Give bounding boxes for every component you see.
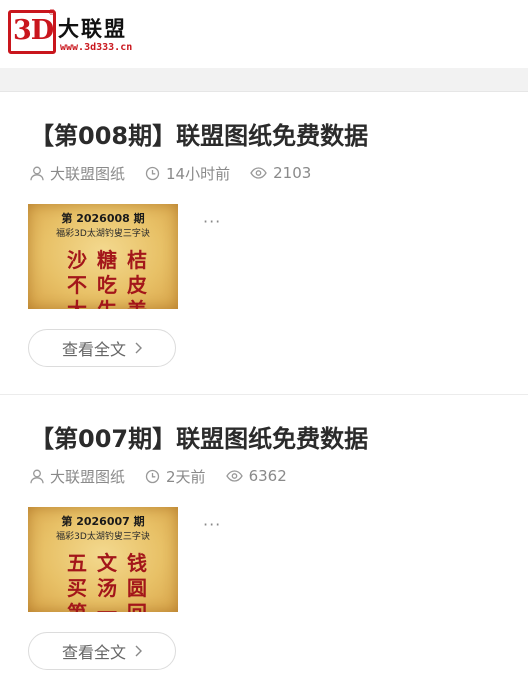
logo-registered-mark: ® (48, 8, 56, 17)
site-logo[interactable]: 3D ® 大联盟 www.3d333.cn (8, 8, 150, 58)
post-meta: 大联盟图纸 2天前 6362 (30, 465, 307, 487)
post-time: 14小时前 (145, 163, 230, 184)
post-divider (0, 394, 528, 395)
post-time-text: 14小时前 (166, 164, 231, 183)
post-excerpt: ··· (203, 515, 222, 534)
site-header: 3D ® 大联盟 www.3d333.cn (0, 0, 528, 68)
thumbnail-char: 生 (92, 298, 122, 309)
thumbnail-char: 吃 (97, 273, 117, 297)
post-thumbnail[interactable]: 第 2026008 期 福彩3D太湖钓叟三字诀 沙 糖 桔 不 吃 皮 大 生 … (28, 204, 178, 309)
thumbnail-char: 五 (67, 551, 87, 575)
post-time-text: 2天前 (166, 467, 206, 486)
user-icon (30, 469, 44, 483)
post-author: 大联盟图纸 (30, 163, 125, 184)
post-author-name: 大联盟图纸 (50, 467, 126, 486)
post-title[interactable]: 【第008期】联盟图纸免费数据 (30, 120, 368, 152)
chevron-right-icon (135, 645, 142, 657)
clock-icon (145, 469, 160, 483)
thumbnail-subtitle: 福彩3D太湖钓叟三字诀 (56, 532, 150, 542)
eye-icon (225, 470, 243, 482)
read-more-button[interactable]: 查看全文 (28, 329, 176, 367)
thumbnail-char: 皮 (127, 273, 147, 297)
post-views-count: 6362 (248, 467, 287, 485)
thumbnail-char: 沙 (67, 248, 87, 272)
thumbnail-char: 糖 (97, 248, 117, 272)
post-author-name: 大联盟图纸 (50, 164, 126, 183)
thumbnail-char: 桔 (127, 248, 147, 272)
post-views: 6362 (225, 467, 287, 485)
header-separator-band (0, 68, 528, 92)
logo-name: 大联盟 (58, 17, 127, 41)
thumbnail-char: 大 (62, 298, 92, 309)
post-time: 2天前 (145, 466, 206, 487)
thumbnail-char: 买 (67, 576, 87, 600)
thumbnail-issue: 第 2026007 期 (61, 515, 145, 528)
thumbnail-char: 文 (97, 551, 117, 575)
thumbnail-subtitle: 福彩3D太湖钓叟三字诀 (56, 229, 150, 239)
thumbnail-char: 一 (92, 601, 122, 612)
eye-icon (250, 167, 267, 179)
clock-icon (145, 166, 160, 180)
read-more-button[interactable]: 查看全文 (28, 632, 176, 670)
thumbnail-char: 第 (62, 601, 92, 612)
thumbnail-char: 圆 (127, 576, 147, 600)
thumbnail-char: 回 (122, 601, 152, 612)
post-title[interactable]: 【第007期】联盟图纸免费数据 (30, 423, 368, 455)
thumbnail-char: 钱 (127, 551, 147, 575)
thumbnail-char: 不 (67, 273, 87, 297)
thumbnail-issue: 第 2026008 期 (61, 212, 145, 225)
post-views-count: 2103 (273, 164, 312, 182)
post-thumbnail[interactable]: 第 2026007 期 福彩3D太湖钓叟三字诀 五 文 钱 买 汤 圆 第 一 … (28, 507, 178, 612)
thumbnail-characters: 沙 糖 桔 不 吃 皮 大 生 美 (62, 248, 152, 309)
logo-url: www.3d333.cn (60, 42, 133, 53)
thumbnail-char: 美 (122, 298, 152, 309)
read-more-label: 查看全文 (61, 643, 126, 662)
post-views: 2103 (250, 164, 311, 182)
post-author: 大联盟图纸 (30, 466, 125, 487)
post-excerpt: ··· (203, 212, 222, 231)
post-meta: 大联盟图纸 14小时前 2103 (30, 162, 331, 184)
chevron-right-icon (135, 342, 142, 354)
thumbnail-characters: 五 文 钱 买 汤 圆 第 一 回 (62, 551, 152, 612)
logo-mark: 3D (13, 15, 54, 46)
thumbnail-char: 汤 (97, 576, 117, 600)
read-more-label: 查看全文 (61, 340, 126, 359)
user-icon (30, 166, 44, 180)
